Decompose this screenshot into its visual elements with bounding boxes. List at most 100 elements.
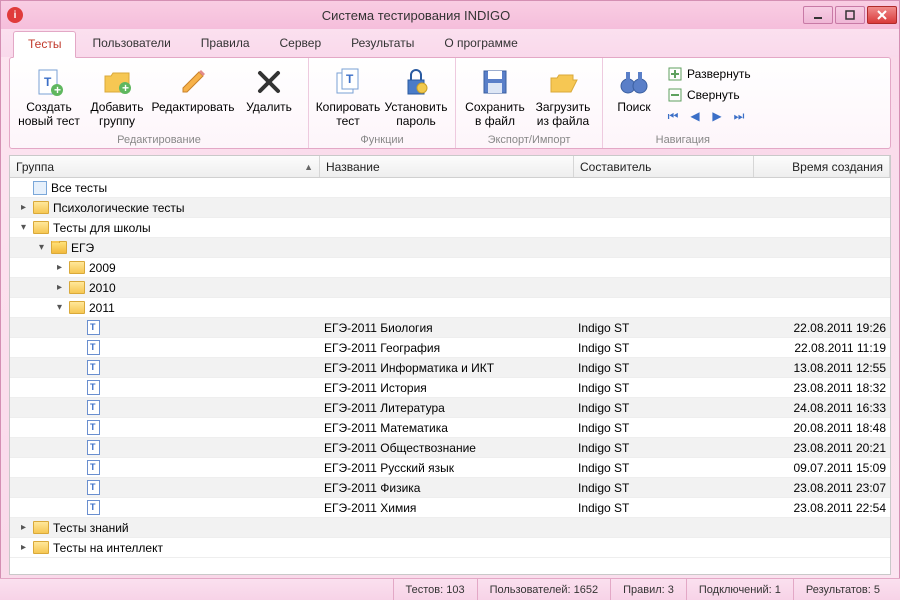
nav-first-button[interactable]: ⏮ bbox=[665, 108, 681, 124]
tree-row[interactable]: ▾2011 bbox=[10, 298, 890, 318]
window-title: Система тестирования INDIGO bbox=[29, 8, 803, 23]
set-password-label: Установить пароль bbox=[385, 101, 448, 129]
ribbon-group-nav: Поиск Развернуть Свернуть ⏮ ◀ ▶ ⏭ bbox=[603, 58, 763, 148]
tab-rules[interactable]: Правила bbox=[187, 31, 264, 57]
test-icon bbox=[87, 440, 100, 455]
folder-icon bbox=[33, 541, 49, 554]
cell-name: ЕГЭ-2011 География bbox=[320, 341, 574, 355]
tab-about[interactable]: О программе bbox=[430, 31, 531, 57]
tree-row[interactable]: ▸ 2009 bbox=[10, 258, 890, 278]
test-icon bbox=[87, 360, 100, 375]
new-test-button[interactable]: T+ Создать новый тест bbox=[16, 62, 82, 133]
tab-users[interactable]: Пользователи bbox=[78, 31, 184, 57]
test-icon bbox=[87, 480, 100, 495]
tree-row[interactable]: ЕГЭ-2011 Русский языкIndigo ST09.07.2011… bbox=[10, 458, 890, 478]
cell-author: Indigo ST bbox=[574, 341, 754, 355]
tree-label: Психологические тесты bbox=[53, 201, 185, 215]
cell-name: ЕГЭ-2011 Химия bbox=[320, 501, 574, 515]
ribbon-tabs: Тесты Пользователи Правила Сервер Резуль… bbox=[1, 29, 899, 57]
cell-author: Indigo ST bbox=[574, 441, 754, 455]
close-button[interactable] bbox=[867, 6, 897, 24]
tree-row[interactable]: ▾ЕГЭ bbox=[10, 238, 890, 258]
spacer bbox=[72, 342, 83, 353]
add-group-button[interactable]: + Добавить группу bbox=[84, 62, 150, 133]
nav-next-button[interactable]: ▶ bbox=[709, 108, 725, 124]
test-icon bbox=[87, 500, 100, 515]
folder-icon bbox=[33, 201, 49, 214]
all-tests-icon bbox=[33, 181, 47, 195]
tree-label: 2009 bbox=[89, 261, 116, 275]
tree-row[interactable]: ЕГЭ-2011 ЛитератураIndigo ST24.08.2011 1… bbox=[10, 398, 890, 418]
cell-author: Indigo ST bbox=[574, 321, 754, 335]
spacer bbox=[18, 182, 29, 193]
new-test-label: Создать новый тест bbox=[18, 101, 80, 129]
tree-row[interactable]: ▸Тесты знаний bbox=[10, 518, 890, 538]
copy-icon: T bbox=[332, 66, 364, 98]
save-file-button[interactable]: Сохранить в файл bbox=[462, 62, 528, 133]
tree-row[interactable]: ▸2010 bbox=[10, 278, 890, 298]
minimize-button[interactable] bbox=[803, 6, 833, 24]
ribbon-group-edit: T+ Создать новый тест + Добавить группу … bbox=[10, 58, 309, 148]
nav-prev-button[interactable]: ◀ bbox=[687, 108, 703, 124]
expand-icon: ▸ bbox=[54, 262, 65, 273]
group-edit-label: Редактирование bbox=[16, 133, 302, 148]
col-author[interactable]: Составитель bbox=[574, 156, 754, 177]
tree-row[interactable]: ▾Тесты для школы bbox=[10, 218, 890, 238]
load-file-button[interactable]: Загрузить из файла bbox=[530, 62, 596, 133]
test-icon bbox=[87, 340, 100, 355]
tab-results[interactable]: Результаты bbox=[337, 31, 428, 57]
svg-text:T: T bbox=[44, 75, 52, 89]
spacer bbox=[72, 382, 83, 393]
pencil-icon bbox=[177, 66, 209, 98]
cell-name: ЕГЭ-2011 Литература bbox=[320, 401, 574, 415]
set-password-button[interactable]: Установить пароль bbox=[383, 62, 449, 133]
spacer bbox=[72, 442, 83, 453]
tab-server[interactable]: Сервер bbox=[266, 31, 336, 57]
tree-row[interactable]: ЕГЭ-2011 БиологияIndigo ST22.08.2011 19:… bbox=[10, 318, 890, 338]
group-nav-label: Навигация bbox=[609, 133, 757, 148]
collapse-all-button[interactable]: Свернуть bbox=[661, 85, 757, 105]
search-button[interactable]: Поиск bbox=[609, 62, 659, 119]
tree-label: ЕГЭ bbox=[71, 241, 94, 255]
sort-indicator-icon: ▲ bbox=[304, 162, 313, 172]
col-date[interactable]: Время создания bbox=[754, 156, 890, 177]
col-name[interactable]: Название bbox=[320, 156, 574, 177]
tree-row[interactable]: ▸Психологические тесты bbox=[10, 198, 890, 218]
expand-all-button[interactable]: Развернуть bbox=[661, 64, 757, 84]
delete-button[interactable]: Удалить bbox=[236, 62, 302, 119]
folder-icon bbox=[33, 521, 49, 534]
tab-tests[interactable]: Тесты bbox=[13, 31, 76, 58]
ribbon-group-io: Сохранить в файл Загрузить из файла Эксп… bbox=[456, 58, 603, 148]
tests-grid: Группа▲ Название Составитель Время созда… bbox=[9, 155, 891, 575]
grid-header: Группа▲ Название Составитель Время созда… bbox=[10, 156, 890, 178]
cell-date: 09.07.2011 15:09 bbox=[754, 461, 890, 475]
cell-name: ЕГЭ-2011 Информатика и ИКТ bbox=[320, 361, 574, 375]
cell-date: 23.08.2011 18:32 bbox=[754, 381, 890, 395]
cell-author: Indigo ST bbox=[574, 381, 754, 395]
tree-row[interactable]: ЕГЭ-2011 Информатика и ИКТIndigo ST13.08… bbox=[10, 358, 890, 378]
col-group[interactable]: Группа▲ bbox=[10, 156, 320, 177]
tree-row[interactable]: ЕГЭ-2011 МатематикаIndigo ST20.08.2011 1… bbox=[10, 418, 890, 438]
tree-row[interactable]: ЕГЭ-2011 ИсторияIndigo ST23.08.2011 18:3… bbox=[10, 378, 890, 398]
copy-test-button[interactable]: T Копировать тест bbox=[315, 62, 381, 133]
tree-row[interactable]: ЕГЭ-2011 ХимияIndigo ST23.08.2011 22:54 bbox=[10, 498, 890, 518]
status-connections: Подключений: 1 bbox=[686, 579, 793, 600]
tree-row[interactable]: ЕГЭ-2011 ОбществознаниеIndigo ST23.08.20… bbox=[10, 438, 890, 458]
tree-label: 2011 bbox=[89, 301, 115, 315]
tree-row[interactable]: ЕГЭ-2011 ГеографияIndigo ST22.08.2011 11… bbox=[10, 338, 890, 358]
tree-row[interactable]: ЕГЭ-2011 ФизикаIndigo ST23.08.2011 23:07 bbox=[10, 478, 890, 498]
edit-button[interactable]: Редактировать bbox=[152, 62, 234, 119]
new-test-icon: T+ bbox=[33, 66, 65, 98]
spacer bbox=[72, 502, 83, 513]
folder-icon bbox=[33, 221, 49, 234]
cell-name: ЕГЭ-2011 Обществознание bbox=[320, 441, 574, 455]
cell-author: Indigo ST bbox=[574, 361, 754, 375]
nav-last-button[interactable]: ⏭ bbox=[731, 108, 747, 124]
status-bar: Тестов: 103 Пользователей: 1652 Правил: … bbox=[0, 578, 900, 600]
tree-row[interactable]: ▸Тесты на интеллект bbox=[10, 538, 890, 558]
maximize-button[interactable] bbox=[835, 6, 865, 24]
tree-row[interactable]: Все тесты bbox=[10, 178, 890, 198]
tree-label: Тесты знаний bbox=[53, 521, 129, 535]
group-io-label: Экспорт/Импорт bbox=[462, 133, 596, 148]
search-label: Поиск bbox=[617, 101, 650, 115]
